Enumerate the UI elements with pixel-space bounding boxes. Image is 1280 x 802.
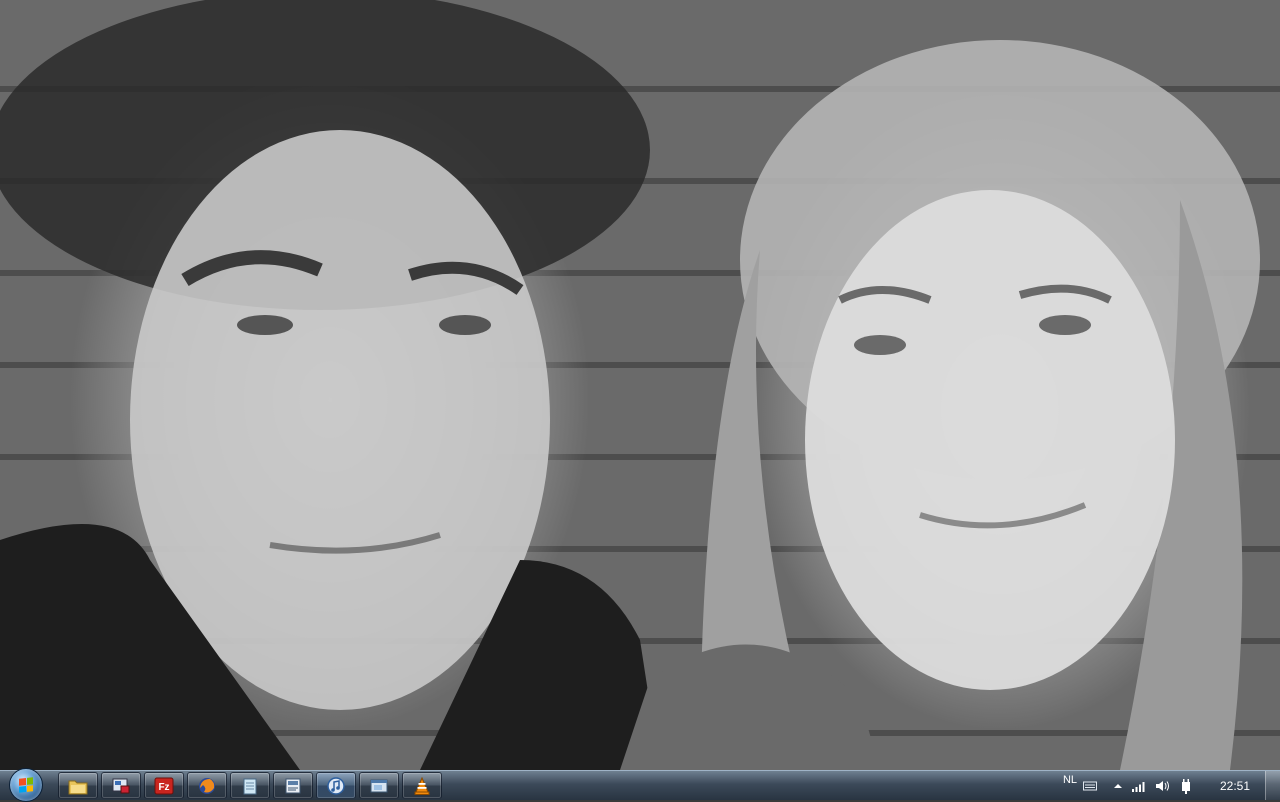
control-panel-icon bbox=[112, 778, 130, 793]
start-button[interactable] bbox=[6, 768, 46, 802]
taskbar-button-itunes[interactable] bbox=[316, 772, 356, 799]
taskbar-button-filezilla[interactable]: Fz bbox=[144, 772, 184, 799]
filezilla-icon: Fz bbox=[154, 777, 174, 794]
taskbar-button-firefox[interactable] bbox=[187, 772, 227, 799]
vlc-icon bbox=[414, 776, 430, 795]
volume-icon[interactable] bbox=[1155, 779, 1171, 793]
firefox-icon bbox=[199, 777, 215, 794]
taskbar-button-vlc[interactable] bbox=[402, 772, 442, 799]
taskbar-button-settings[interactable] bbox=[101, 772, 141, 799]
itunes-icon bbox=[327, 776, 345, 795]
taskbar-pinned-apps: Fz bbox=[58, 772, 442, 800]
power-plug-icon[interactable] bbox=[1179, 778, 1193, 794]
system-tray: NL 22:51 bbox=[1063, 771, 1280, 800]
show-desktop-button[interactable] bbox=[1265, 771, 1280, 800]
taskbar-button-explorer[interactable] bbox=[58, 772, 98, 799]
keyboard-icon[interactable] bbox=[1083, 778, 1097, 796]
taskbar: Fz NL 22:51 bbox=[0, 768, 1280, 802]
filezilla-glyph: Fz bbox=[158, 782, 169, 793]
notepad-icon bbox=[243, 778, 257, 794]
windows-orb-icon bbox=[9, 768, 43, 802]
wallpaper-image bbox=[0, 0, 1260, 770]
system-clock[interactable]: 22:51 bbox=[1205, 779, 1265, 793]
network-signal-icon[interactable] bbox=[1131, 779, 1147, 793]
language-indicator[interactable]: NL bbox=[1063, 774, 1077, 786]
taskbar-button-notepad[interactable] bbox=[230, 772, 270, 799]
taskbar-button-document[interactable] bbox=[273, 772, 313, 799]
desktop bbox=[0, 0, 1280, 770]
taskbar-button-window[interactable] bbox=[359, 772, 399, 799]
window-icon bbox=[370, 779, 388, 792]
show-hidden-icons-chevron-up-icon[interactable] bbox=[1113, 782, 1123, 790]
folder-icon bbox=[68, 780, 88, 794]
document-icon bbox=[285, 778, 301, 793]
